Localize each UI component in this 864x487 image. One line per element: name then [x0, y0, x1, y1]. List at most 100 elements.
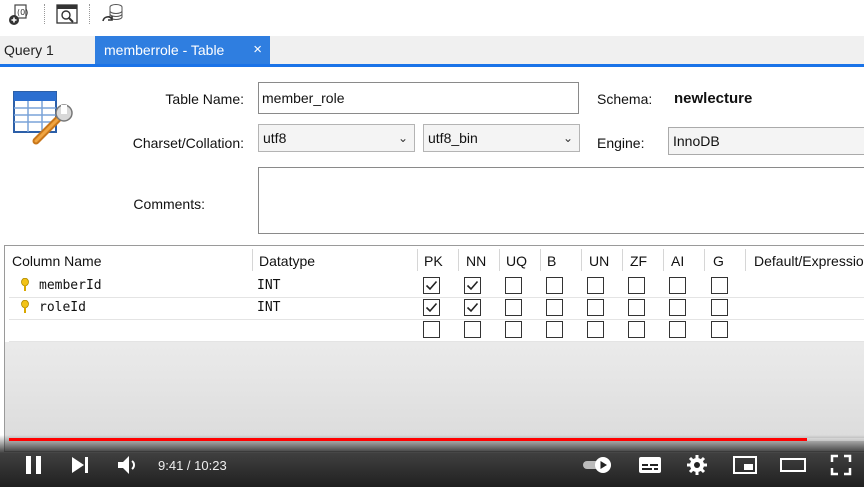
checkbox-un[interactable]	[587, 277, 604, 294]
checkmark-icon	[425, 280, 438, 291]
theater-mode-icon[interactable]	[780, 455, 806, 475]
checkbox-b[interactable]	[546, 277, 563, 294]
column-name-cell[interactable]: roleId	[39, 300, 86, 315]
time-display: 9:41 / 10:23	[158, 458, 227, 473]
checkbox-nn[interactable]	[464, 299, 481, 316]
checkmark-icon	[425, 302, 438, 313]
header-uq[interactable]: UQ	[506, 253, 527, 269]
toolbar-separator	[44, 4, 46, 24]
charset-collation-label: Charset/Collation:	[132, 135, 244, 151]
collation-select[interactable]: utf8_bin ⌄	[423, 124, 580, 152]
comments-textarea[interactable]	[258, 167, 864, 234]
header-divider	[499, 249, 500, 271]
checkbox-zf[interactable]	[628, 277, 645, 294]
checkbox-nn[interactable]	[464, 277, 481, 294]
header-divider	[252, 249, 253, 271]
inspect-icon[interactable]	[55, 2, 79, 26]
column-name-cell[interactable]: memberId	[39, 278, 102, 293]
header-g[interactable]: G	[713, 253, 724, 269]
header-zf[interactable]: ZF	[630, 253, 647, 269]
header-column-name[interactable]: Column Name	[12, 253, 101, 269]
checkbox-nn[interactable]	[464, 321, 481, 338]
header-nn[interactable]: NN	[466, 253, 486, 269]
chevron-down-icon: ⌄	[562, 131, 573, 145]
checkbox-b[interactable]	[546, 321, 563, 338]
checkbox-uq[interactable]	[505, 299, 522, 316]
checkbox-b[interactable]	[546, 299, 563, 316]
engine-value: InnoDB	[673, 133, 720, 149]
tab-label: Query 1	[4, 42, 54, 58]
checkbox-uq[interactable]	[505, 277, 522, 294]
checkbox-uq[interactable]	[505, 321, 522, 338]
table-properties-form: Table Name: member_role Schema: newlectu…	[0, 67, 864, 245]
header-pk[interactable]: PK	[424, 253, 443, 269]
checkbox-ai[interactable]	[669, 321, 686, 338]
checkbox-zf[interactable]	[628, 299, 645, 316]
column-grid: Column Name Datatype PK NN UQ B UN ZF AI…	[4, 245, 864, 452]
pause-icon[interactable]	[24, 455, 44, 475]
tab-bar: Query 1 memberrole - Table ×	[0, 36, 864, 67]
header-ai[interactable]: AI	[671, 253, 684, 269]
progress-bar[interactable]	[9, 438, 864, 441]
checkbox-pk[interactable]	[423, 299, 440, 316]
schema-value: newlecture	[674, 90, 753, 107]
tab-label: memberrole - Table	[104, 42, 225, 58]
settings-gear-icon[interactable]	[686, 454, 708, 476]
datatype-cell[interactable]: INT	[257, 300, 280, 315]
checkbox-un[interactable]	[587, 321, 604, 338]
header-divider	[581, 249, 582, 271]
header-divider	[417, 249, 418, 271]
header-un[interactable]: UN	[589, 253, 609, 269]
autoplay-toggle-icon[interactable]	[582, 456, 616, 474]
datatype-cell[interactable]: INT	[257, 278, 280, 293]
checkbox-g[interactable]	[711, 321, 728, 338]
charset-select[interactable]: utf8 ⌄	[258, 124, 415, 152]
checkmark-icon	[466, 302, 479, 313]
tab-query-1[interactable]: Query 1	[0, 36, 92, 64]
checkbox-pk[interactable]	[423, 321, 440, 338]
toolbar: (0)	[0, 0, 864, 36]
progress-fill	[9, 438, 807, 441]
miniplayer-icon[interactable]	[733, 455, 757, 475]
subtitles-icon[interactable]	[638, 455, 662, 475]
toolbar-separator	[89, 4, 91, 24]
charset-value: utf8	[263, 130, 287, 146]
header-divider	[622, 249, 623, 271]
header-datatype[interactable]: Datatype	[259, 253, 315, 269]
volume-icon[interactable]	[117, 455, 139, 475]
header-divider	[704, 249, 705, 271]
checkbox-un[interactable]	[587, 299, 604, 316]
chevron-down-icon: ⌄	[397, 131, 408, 145]
comments-label: Comments:	[133, 196, 205, 212]
header-divider	[458, 249, 459, 271]
next-icon[interactable]	[70, 456, 90, 474]
table-name-label: Table Name:	[165, 91, 244, 107]
database-sync-icon[interactable]	[100, 2, 124, 26]
primary-key-icon	[21, 278, 29, 291]
tab-memberrole-table[interactable]: memberrole - Table ×	[95, 36, 270, 64]
table-editor-icon	[12, 89, 74, 149]
engine-label: Engine:	[597, 135, 645, 151]
checkmark-icon	[466, 280, 479, 291]
table-name-input[interactable]: member_role	[258, 82, 579, 114]
checkbox-zf[interactable]	[628, 321, 645, 338]
video-player-controls: 9:41 / 10:23	[0, 435, 864, 487]
engine-select[interactable]: InnoDB	[668, 127, 864, 155]
header-b[interactable]: B	[547, 253, 556, 269]
fullscreen-icon[interactable]	[830, 454, 852, 476]
checkbox-pk[interactable]	[423, 277, 440, 294]
header-divider	[745, 249, 746, 271]
new-sql-icon[interactable]: (0)	[6, 2, 30, 26]
checkbox-g[interactable]	[711, 277, 728, 294]
row-divider	[9, 341, 864, 342]
schema-label: Schema:	[597, 91, 653, 107]
primary-key-icon	[21, 300, 29, 313]
checkbox-g[interactable]	[711, 299, 728, 316]
header-default-expression[interactable]: Default/Expression	[754, 253, 864, 269]
checkbox-ai[interactable]	[669, 277, 686, 294]
close-icon[interactable]: ×	[253, 36, 262, 64]
svg-text:(0): (0)	[17, 8, 28, 17]
header-divider	[540, 249, 541, 271]
checkbox-ai[interactable]	[669, 299, 686, 316]
header-divider	[663, 249, 664, 271]
